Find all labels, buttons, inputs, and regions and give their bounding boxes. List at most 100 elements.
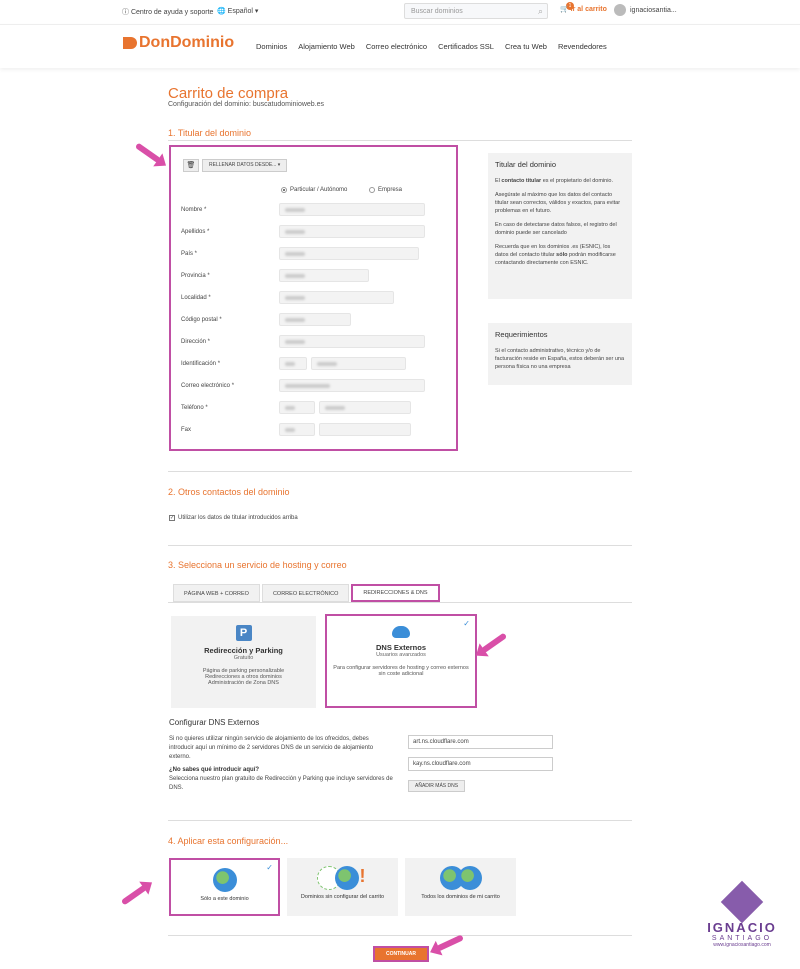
localidad-select[interactable]: [279, 291, 394, 304]
apply-this-domain-option[interactable]: ✓ Sólo a este dominio: [169, 858, 280, 916]
label-text: Provincia: [181, 273, 206, 279]
radio-company-label: Empresa: [378, 187, 403, 193]
holder-info-box: Titular del dominio El contacto titular …: [488, 153, 632, 299]
requirements-title: Requerimientos: [495, 330, 548, 339]
arrow-annotation: [436, 934, 464, 952]
card-subtitle: Usuarios avanzados: [376, 652, 426, 658]
phone-field[interactable]: [319, 401, 411, 414]
nav-item-correo[interactable]: Correo electrónico: [366, 42, 427, 51]
arrow-annotation: [120, 884, 148, 906]
holder-form: 🗑 RELLENAR DATOS DESDE... ▾ Particular /…: [169, 145, 458, 451]
info-p3: En caso de detectarse datos falsos, el r…: [495, 221, 617, 236]
fax-prefix-select[interactable]: [279, 423, 315, 436]
use-holder-data-checkbox[interactable]: ✓ Utilizar los datos de titular introduci…: [169, 515, 298, 521]
nav-item-ssl[interactable]: Certificados SSL: [438, 42, 494, 51]
field-label-localidad: Localidad *: [181, 295, 211, 301]
card-redirection-parking[interactable]: P Redirección y Parking Gratuito Página …: [171, 616, 316, 708]
dns-server-2-input[interactable]: kay.ns.cloudflare.com: [408, 757, 553, 771]
watermark-mark: [720, 880, 764, 924]
language-label: Español: [227, 8, 253, 15]
nombre-field[interactable]: [279, 203, 425, 216]
tab-web-correo[interactable]: PÁGINA WEB + CORREO: [173, 584, 260, 602]
id-number-field[interactable]: [311, 357, 406, 370]
radio-icon: [369, 187, 375, 193]
cart-link[interactable]: 🛒 Ir al carrito: [560, 5, 607, 13]
continue-button[interactable]: CONTINUAR: [373, 946, 429, 962]
logo-text: DonDominio: [139, 34, 235, 51]
text: es el propietario del dominio.: [542, 177, 614, 184]
field-label-apellidos: Apellidos *: [181, 229, 210, 235]
card-title: Redirección y Parking: [204, 646, 283, 655]
dns-help-title: ¿No sabes qué introducir aquí?: [169, 767, 260, 773]
radio-personal-label: Particular / Autónomo: [290, 187, 348, 193]
label-text: Correo electrónico: [181, 383, 231, 389]
nav-item-crea-web[interactable]: Crea tu Web: [505, 42, 547, 51]
divider: [168, 935, 632, 936]
tab-correo[interactable]: CORREO ELECTRÓNICO: [261, 584, 350, 602]
phone-prefix-select[interactable]: [279, 401, 315, 414]
provincia-select[interactable]: [279, 269, 369, 282]
text: El: [495, 177, 500, 184]
nav-item-alojamiento[interactable]: Alojamiento Web: [298, 42, 355, 51]
address-field[interactable]: [279, 335, 425, 348]
fax-field[interactable]: [319, 423, 411, 436]
field-label-telefono: Teléfono *: [181, 405, 208, 411]
nav-links: Dominios Alojamiento Web Correo electrón…: [256, 42, 607, 51]
dns-text: Si no quieres utilizar ningún servicio d…: [169, 736, 374, 760]
label-text: Dirección: [181, 339, 207, 345]
fill-data-control: 🗑 RELLENAR DATOS DESDE... ▾: [183, 159, 288, 172]
card-dns-externos[interactable]: ✓ DNS Externos Usuarios avanzados Para c…: [325, 614, 477, 708]
watermark-last: SANTIAGO: [711, 935, 773, 942]
pais-select[interactable]: [279, 247, 419, 260]
apply-all-domains-option[interactable]: Todos los dominios de mi carrito: [405, 858, 516, 916]
field-label-identificacion: Identificación *: [181, 361, 221, 367]
help-label: Centro de ayuda y soporte: [130, 9, 214, 16]
dns-help-text: Selecciona nuestro plan gratuito de Redi…: [169, 776, 393, 791]
card-line: sin coste adicional: [378, 671, 424, 677]
search-icon[interactable]: ⌕: [538, 6, 543, 17]
card-line: Administración de Zona DNS: [208, 680, 279, 686]
help-link[interactable]: ⓘ Centro de ayuda y soporte: [122, 7, 213, 17]
nav-item-dominios[interactable]: Dominios: [256, 42, 287, 51]
apply-unconfigured-option[interactable]: ! Dominios sin configurar del carrito: [287, 858, 398, 916]
user-menu[interactable]: ignaciosantia...: [614, 4, 677, 16]
divider: [168, 820, 632, 821]
label-text: País: [181, 251, 194, 257]
id-type-select[interactable]: [279, 357, 307, 370]
label-text: Nombre: [181, 207, 203, 213]
radio-personal[interactable]: Particular / Autónomo: [281, 187, 347, 193]
logo[interactable]: DonDominio: [123, 34, 234, 52]
globes-warning-icon: !: [287, 866, 398, 890]
nav-item-revendedores[interactable]: Revendedores: [558, 42, 607, 51]
top-bar: ⓘ Centro de ayuda y soporte 🌐 Español ▾ …: [0, 0, 800, 24]
fill-data-button[interactable]: RELLENAR DATOS DESDE... ▾: [202, 159, 288, 172]
search-input[interactable]: Buscar dominios ⌕: [404, 3, 548, 19]
divider: [168, 140, 632, 141]
globes-icon: [405, 866, 516, 890]
service-tabs: PÁGINA WEB + CORREO CORREO ELECTRÓNICO R…: [173, 584, 440, 602]
label-text: Fax: [181, 427, 192, 433]
info-p4: Recuerda que en los dominios .es (ESNIC)…: [495, 244, 625, 268]
tab-redirecciones-dns[interactable]: REDIRECCIONES & DNS: [351, 584, 440, 602]
info-p1: El contacto titular es el propietario de…: [495, 178, 625, 186]
radio-company[interactable]: Empresa: [369, 187, 402, 193]
search-placeholder: Buscar dominios: [411, 8, 463, 15]
option-label: Todos los dominios de mi carrito: [421, 894, 500, 900]
trash-icon[interactable]: 🗑: [183, 159, 199, 172]
add-dns-button[interactable]: AÑADIR MÁS DNS: [408, 780, 466, 792]
language-selector[interactable]: 🌐 Español ▾: [217, 7, 258, 15]
label-text: Teléfono: [181, 405, 204, 411]
checkbox-label: Utilizar los datos de titular introducid…: [178, 515, 298, 521]
section4-title: 4. Aplicar esta configuración...: [168, 836, 289, 846]
card-subtitle: Gratuito: [233, 655, 254, 661]
section1-title: 1. Titular del dominio: [168, 128, 252, 138]
selected-check-icon: ✓: [463, 619, 470, 628]
arrow-annotation: [134, 142, 162, 164]
cart-label: Ir al carrito: [570, 6, 607, 13]
postal-code-field[interactable]: [279, 313, 351, 326]
dns-server-1-input[interactable]: art.ns.cloudflare.com: [408, 735, 553, 749]
apellidos-field[interactable]: [279, 225, 425, 238]
email-field[interactable]: [279, 379, 425, 392]
divider: [168, 545, 632, 546]
avatar: [614, 4, 626, 16]
